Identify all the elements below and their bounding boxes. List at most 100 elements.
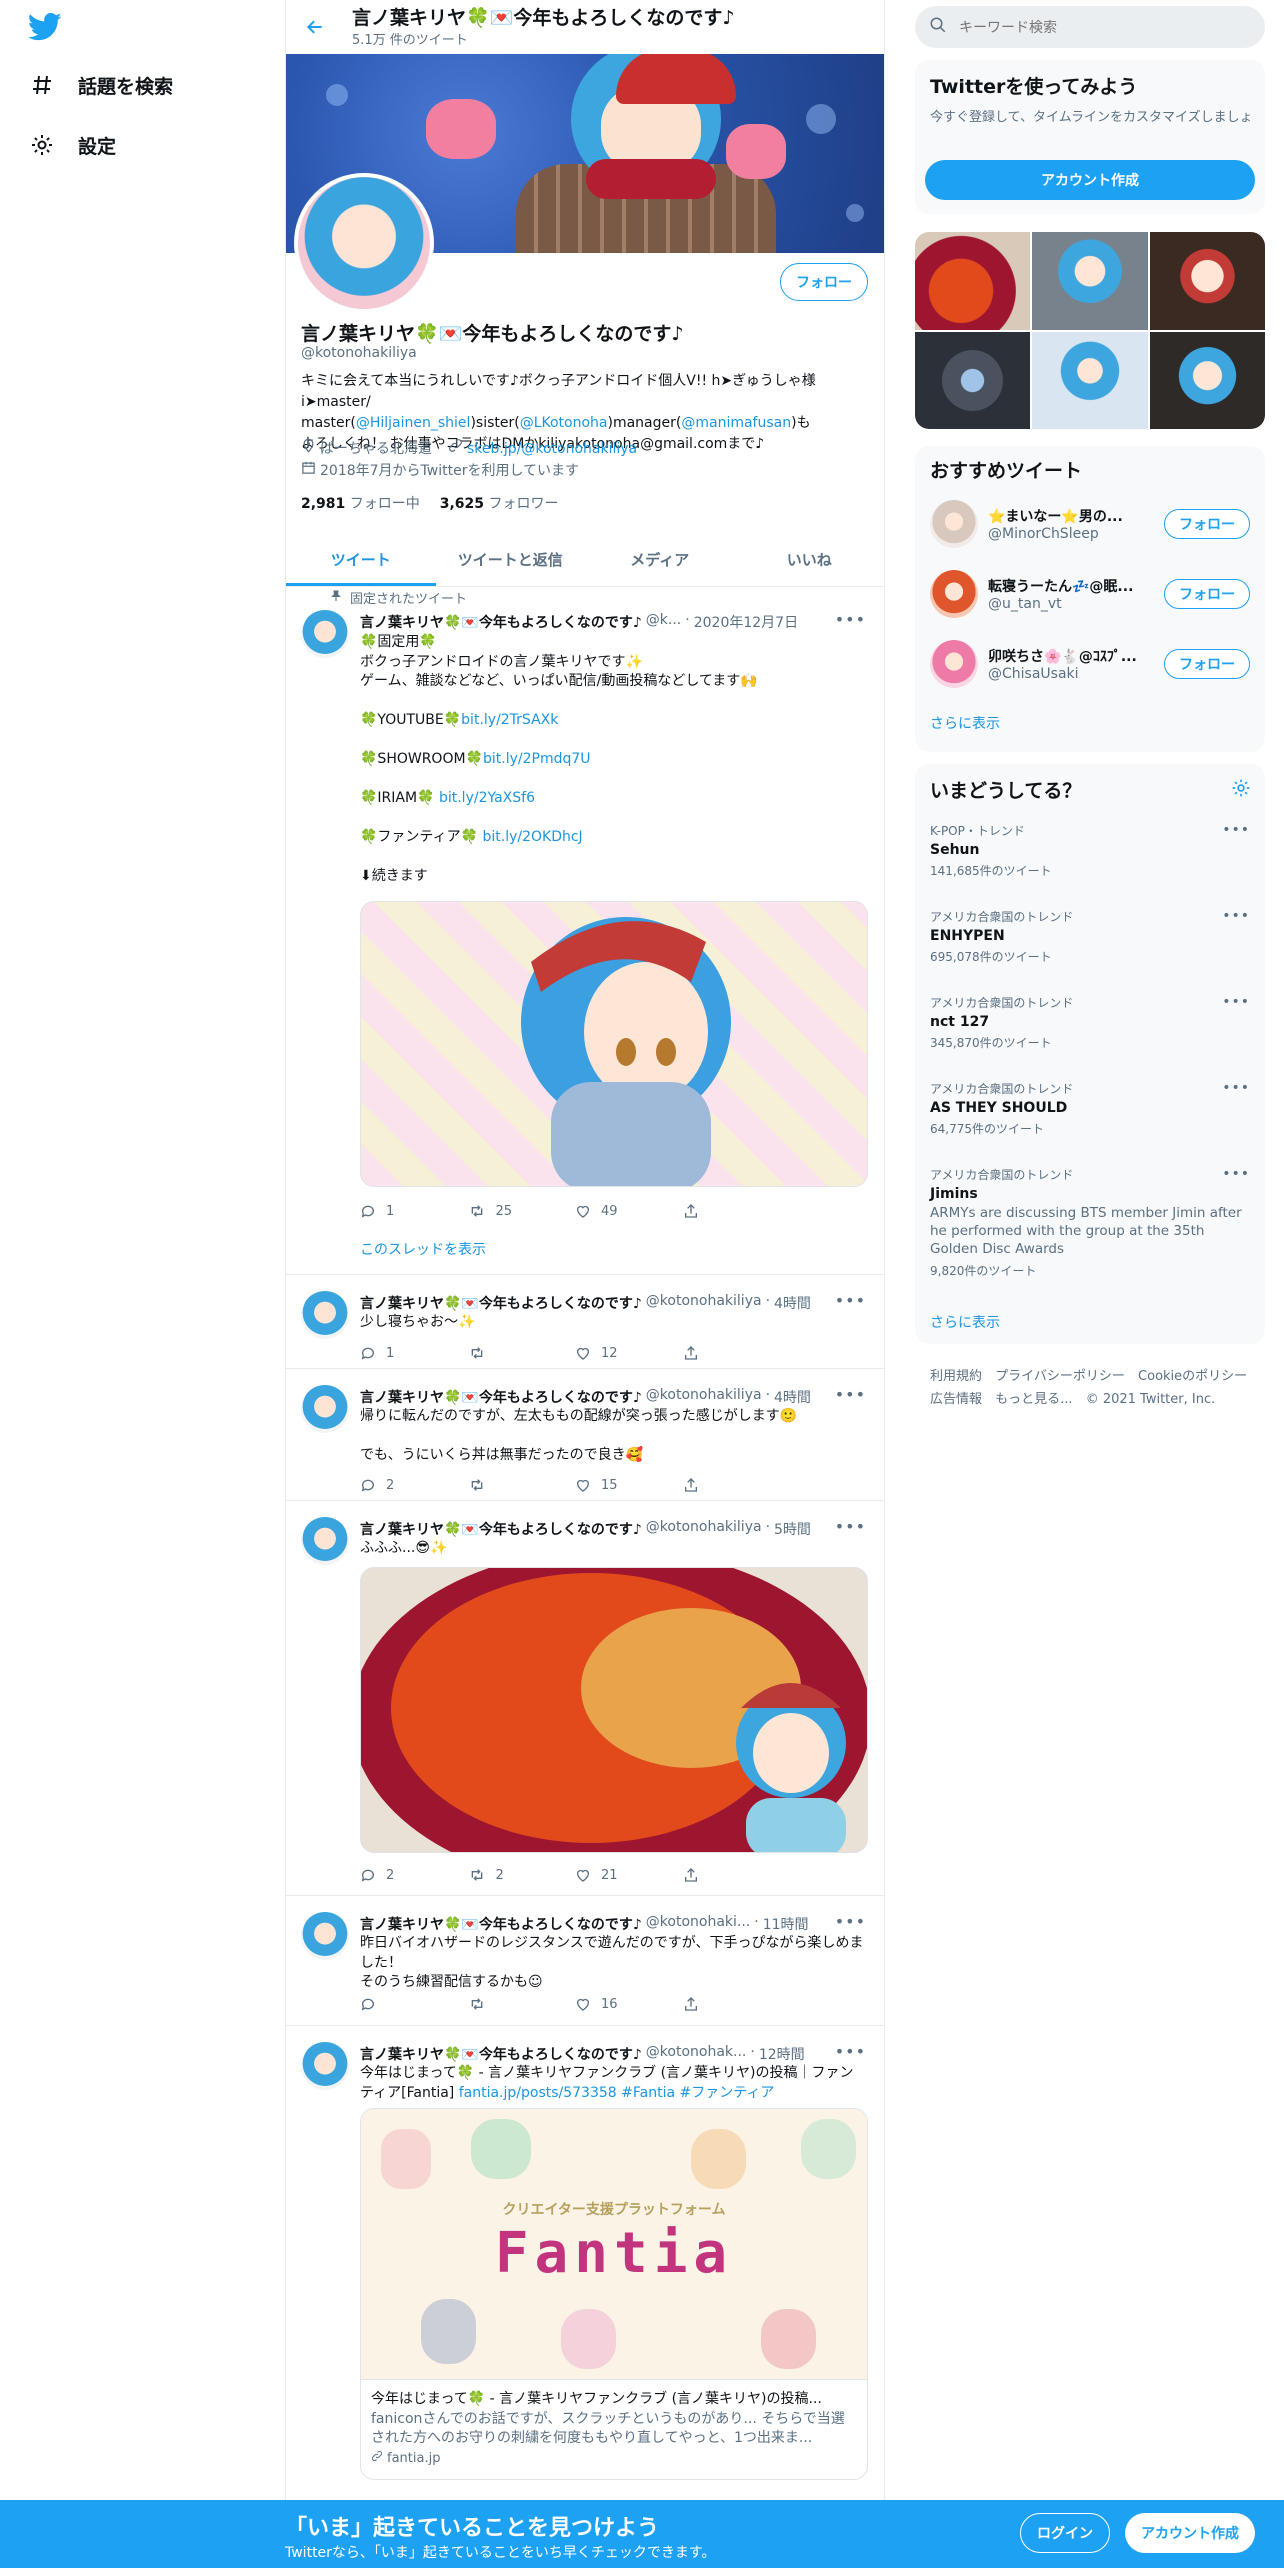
hashtag-links[interactable]: #Fantia #ファンティア [617,2085,774,2101]
tweet-author-name[interactable]: 言ノ葉キリヤ🍀💌今年もよろしくなのです♪ [360,1914,642,1934]
search-input[interactable] [959,19,1140,35]
profile-website-link[interactable]: skeb.jp/@kotonohakiliya [467,439,637,460]
tweet-author-name[interactable]: 言ノ葉キリヤ🍀💌今年もよろしくなのです♪ [360,612,642,632]
share-button[interactable] [683,1996,791,2012]
reply-button[interactable]: 2 [360,1477,468,1493]
create-account-button[interactable]: アカウント作成 [1125,2513,1255,2553]
tweet-author-name[interactable]: 言ノ葉キリヤ🍀💌今年もよろしくなのです♪ [360,2044,642,2064]
tweet-time[interactable]: 4時間 [774,1387,811,1407]
avatar[interactable] [301,1912,349,1960]
share-button[interactable] [683,1203,791,1219]
avatar[interactable] [930,640,978,688]
avatar[interactable] [301,1291,349,1339]
tweet[interactable]: 言ノ葉キリヤ🍀💌今年もよろしくなのです♪ @kotonohakiliya · 4… [286,1369,884,1501]
trend-item[interactable]: アメリカ合衆国のトレンド Jimins ARMYs are discussing… [930,1166,1250,1279]
more-options-icon[interactable]: ••• [835,2042,866,2061]
bio-mention-link[interactable]: @manimafusan [681,415,791,431]
profile-avatar[interactable] [294,173,434,313]
avatar[interactable] [930,570,978,618]
nav-explore[interactable]: 話題を検索 [28,65,173,105]
avatar[interactable] [930,500,978,548]
more-options-icon[interactable]: ••• [835,1517,866,1536]
back-arrow-icon[interactable] [300,12,330,42]
trend-item[interactable]: アメリカ合衆国のトレンド AS THEY SHOULD 64,775件のツイート… [930,1080,1250,1137]
tweet-author-name[interactable]: 言ノ葉キリヤ🍀💌今年もよろしくなのです♪ [360,1519,642,1539]
tweet-author-name[interactable]: 言ノ葉キリヤ🍀💌今年もよろしくなのです♪ [360,1387,642,1407]
more-options-icon[interactable]: ••• [1222,1080,1250,1096]
tweet-time[interactable]: 2020年12月7日 [694,612,798,632]
tweet-author-handle[interactable]: @kotonohakiliya [646,1519,762,1539]
more-options-icon[interactable]: ••• [1222,1166,1250,1182]
more-options-icon[interactable]: ••• [835,1912,866,1931]
signup-button[interactable]: アカウント作成 [925,160,1255,200]
tweet-time[interactable]: 12時間 [759,2044,805,2064]
media-thumbnail[interactable] [1032,331,1148,429]
media-thumbnail[interactable] [1149,232,1265,330]
tweet-author-handle[interactable]: @kotonohakiliya [646,1293,762,1313]
tweet-author-handle[interactable]: @kotonohak... [646,2044,747,2064]
bio-mention-link[interactable]: @LKotonoha [520,415,608,431]
retweet-button[interactable] [468,1477,576,1493]
footer-ads-link[interactable]: 広告情報 [930,1392,982,1407]
bio-mention-link[interactable]: @Hiljainen_shiel [356,415,471,431]
more-options-icon[interactable]: ••• [835,1291,866,1310]
following-link[interactable]: 2,981 フォロー中 [301,493,420,513]
tweet-link[interactable]: bit.ly/2OKDhcJ [482,829,582,845]
like-button[interactable]: 15 [575,1477,683,1493]
tweet-author-name[interactable]: 言ノ葉キリヤ🍀💌今年もよろしくなのです♪ [360,1293,642,1313]
recommended-user[interactable]: 転寝うーたん💤@眠... @u_tan_vt フォロー [930,564,1250,624]
more-options-icon[interactable]: ••• [835,610,866,629]
settings-gear-icon[interactable] [1231,778,1251,802]
tweet-link[interactable]: fantia.jp/posts/573358 [459,2085,617,2101]
tweet[interactable]: 言ノ葉キリヤ🍀💌今年もよろしくなのです♪ @kotonohaki... · 11… [286,1896,884,2026]
more-options-icon[interactable]: ••• [835,1385,866,1404]
trend-item[interactable]: アメリカ合衆国のトレンド ENHYPEN 695,078件のツイート ••• [930,908,1250,965]
search-box[interactable] [915,6,1265,48]
tweet[interactable]: 言ノ葉キリヤ🍀💌今年もよろしくなのです♪ @kotonohakiliya · 5… [286,1501,884,1896]
retweet-button[interactable]: 2 [468,1867,576,1883]
tweet-link[interactable]: bit.ly/2Pmdq7U [483,751,591,767]
media-thumbnail[interactable] [915,331,1031,429]
share-button[interactable] [683,1345,791,1361]
retweet-button[interactable] [468,1996,576,2012]
followers-link[interactable]: 3,625 フォロワー [440,493,559,513]
share-button[interactable] [683,1867,791,1883]
more-options-icon[interactable]: ••• [1222,994,1250,1010]
show-thread-link[interactable]: このスレッドを表示 [360,1239,486,1259]
reply-button[interactable] [360,1996,468,2012]
trend-item[interactable]: アメリカ合衆国のトレンド nct 127 345,870件のツイート ••• [930,994,1250,1051]
recommended-user[interactable]: 卯咲ちさ🌸🐇@ｺｽﾌﾟ... @ChisaUsaki フォロー [930,634,1250,694]
follow-button[interactable]: フォロー [1164,579,1250,609]
like-button[interactable]: 21 [575,1867,683,1883]
retweet-button[interactable] [468,1345,576,1361]
trends-show-more-link[interactable]: さらに表示 [930,1312,1000,1332]
tweet-time[interactable]: 4時間 [774,1293,811,1313]
tweet-image[interactable] [360,901,868,1187]
tweet-time[interactable]: 11時間 [763,1914,809,1934]
tweet[interactable]: 言ノ葉キリヤ🍀💌今年もよろしくなのです♪ @kotonohakiliya · 4… [286,1275,884,1369]
tweet-author-handle[interactable]: @kotonohakiliya [646,1387,762,1407]
follow-button[interactable]: フォロー [1164,649,1250,679]
tweet-link[interactable]: bit.ly/2TrSAXk [461,712,558,728]
tweet-author-handle[interactable]: @kotonohaki... [646,1914,750,1934]
like-button[interactable]: 16 [575,1996,683,2012]
link-card[interactable]: クリエイター支援プラットフォーム Fantia 今年はじまって🍀 - 言ノ葉キリ… [360,2108,868,2480]
tweet-pinned[interactable]: 固定されたツイート 言ノ葉キリヤ🍀💌今年もよろしくなのです♪ @k... · 2… [286,578,884,1275]
media-thumbnail[interactable] [1149,331,1265,429]
media-thumbnail[interactable] [1032,232,1148,330]
footer-cookie-link[interactable]: Cookieのポリシー [1138,1369,1247,1384]
tweet-author-handle[interactable]: @k... [646,612,681,632]
more-options-icon[interactable]: ••• [1222,908,1250,924]
recommended-user[interactable]: ⭐まいなー⭐男の... @MinorChSleep フォロー [930,494,1250,554]
avatar[interactable] [301,610,349,658]
reply-button[interactable]: 1 [360,1203,468,1219]
login-button[interactable]: ログイン [1020,2513,1110,2553]
footer-more-link[interactable]: もっと見る... [995,1392,1072,1407]
footer-terms-link[interactable]: 利用規約 [930,1369,982,1384]
reply-button[interactable]: 2 [360,1867,468,1883]
avatar[interactable] [301,1385,349,1433]
tweet-link[interactable]: bit.ly/2YaXSf6 [439,790,535,806]
reply-button[interactable]: 1 [360,1345,468,1361]
follow-button[interactable]: フォロー [1164,509,1250,539]
like-button[interactable]: 49 [575,1203,683,1219]
